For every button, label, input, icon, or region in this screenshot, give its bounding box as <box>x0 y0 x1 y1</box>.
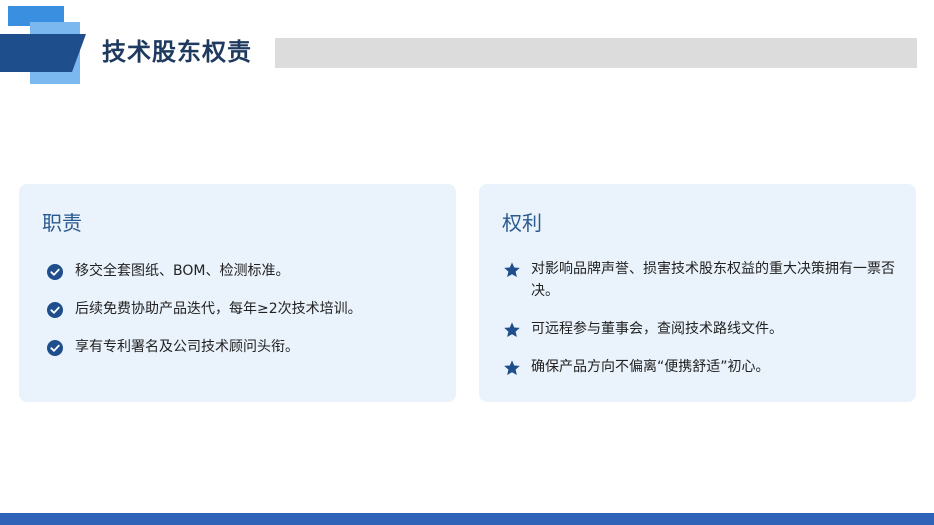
check-circle-icon <box>47 264 63 280</box>
list-item-text: 移交全套图纸、BOM、检测标准。 <box>75 263 290 279</box>
bottom-bar <box>0 513 934 525</box>
list-item-text: 确保产品方向不偏离“便携舒适”初心。 <box>531 359 770 375</box>
list-item-text: 后续免费协助产品迭代，每年≥2次技术培训。 <box>75 301 362 317</box>
star-icon <box>504 360 520 376</box>
star-icon <box>504 322 520 338</box>
header-bar <box>275 38 917 68</box>
header-decoration-icon <box>0 6 86 84</box>
page-title: 技术股东权责 <box>102 38 252 66</box>
list-item-text: 可远程参与董事会，查阅技术路线文件。 <box>531 321 783 337</box>
duties-card: 职责 移交全套图纸、BOM、检测标准。 后续免费协助产品迭代，每年≥2次技术培训… <box>19 184 456 402</box>
rights-card: 权利 对影响品牌声誉、损害技术股东权益的重大决策拥有一票否决。 可远程参与董事会… <box>479 184 916 402</box>
duties-title: 职责 <box>42 211 82 235</box>
list-item: 确保产品方向不偏离“便携舒适”初心。 <box>503 356 895 378</box>
check-circle-icon <box>47 340 63 356</box>
list-item: 移交全套图纸、BOM、检测标准。 <box>47 260 427 282</box>
list-item-text: 对影响品牌声誉、损害技术股东权益的重大决策拥有一票否决。 <box>531 261 895 299</box>
list-item: 享有专利署名及公司技术顾问头衔。 <box>47 336 427 358</box>
list-item-text: 享有专利署名及公司技术顾问头衔。 <box>75 339 299 355</box>
rights-title: 权利 <box>502 211 542 235</box>
star-icon <box>504 262 520 278</box>
slide: 技术股东权责 职责 移交全套图纸、BOM、检测标准。 后续免费协助产品迭代，每年… <box>0 0 934 525</box>
list-item: 后续免费协助产品迭代，每年≥2次技术培训。 <box>47 298 427 320</box>
list-item: 可远程参与董事会，查阅技术路线文件。 <box>503 318 895 340</box>
list-item: 对影响品牌声誉、损害技术股东权益的重大决策拥有一票否决。 <box>503 258 895 302</box>
check-circle-icon <box>47 302 63 318</box>
